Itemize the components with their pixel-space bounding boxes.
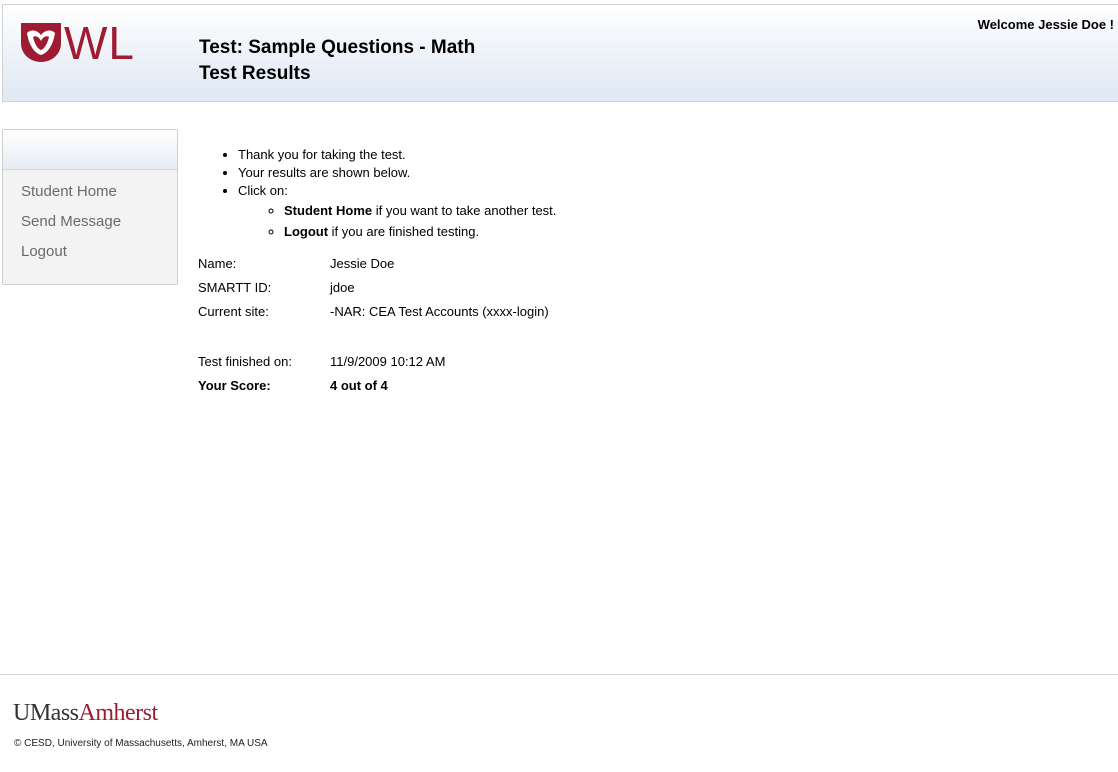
list-item: Logout if you are finished testing. — [284, 221, 556, 242]
finished-value: 11/9/2009 10:12 AM — [330, 354, 446, 369]
click-on-label: Click on: — [238, 183, 288, 198]
page-title: Test: Sample Questions - Math Test Resul… — [199, 35, 475, 87]
student-home-link[interactable]: Student Home — [284, 203, 372, 218]
name-label: Name: — [198, 256, 237, 271]
smartt-id-row: SMARTT ID: jdoe — [198, 276, 556, 300]
logo-text: WL — [64, 17, 135, 69]
smartt-id-value: jdoe — [330, 280, 355, 295]
sidebar-item-student-home[interactable]: Student Home — [3, 180, 177, 210]
finished-label: Test finished on: — [198, 354, 292, 369]
name-value: Jessie Doe — [330, 256, 395, 271]
score-row: Your Score: 4 out of 4 — [198, 374, 556, 398]
main-content: Thank you for taking the test. Your resu… — [198, 146, 556, 398]
list-item: Click on: Student Home if you want to ta… — [238, 182, 556, 242]
logo-umass: UMass — [13, 700, 79, 726]
score-value: 4 out of 4 — [330, 378, 388, 393]
logo-amherst: Amherst — [78, 700, 159, 726]
footer-divider — [0, 674, 1118, 675]
test-title: Test: Sample Questions - Math — [199, 37, 476, 58]
instructions-list: Thank you for taking the test. Your resu… — [198, 146, 556, 242]
name-row: Name: Jessie Doe — [198, 252, 556, 276]
sidebar-item-logout[interactable]: Logout — [3, 240, 177, 270]
sidebar-item-send-message[interactable]: Send Message — [3, 210, 177, 240]
header-bar: WL Test: Sample Questions - Math Test Re… — [2, 4, 1118, 102]
owl-logo: WL — [19, 17, 135, 69]
score-label: Your Score: — [198, 378, 271, 393]
logout-hint: if you are finished testing. — [328, 224, 480, 239]
current-site-label: Current site: — [198, 304, 269, 319]
results-info: Name: Jessie Doe SMARTT ID: jdoe Current… — [198, 252, 556, 398]
results-title: Test Results — [199, 63, 311, 84]
list-item: Student Home if you want to take another… — [284, 200, 556, 221]
sidebar: Student Home Send Message Logout — [2, 129, 178, 285]
student-home-hint: if you want to take another test. — [372, 203, 557, 218]
umass-amherst-logo: UMassAmherst — [13, 700, 158, 727]
smartt-id-label: SMARTT ID: — [198, 280, 272, 295]
page: WL Test: Sample Questions - Math Test Re… — [0, 0, 1118, 772]
copyright-text: © CESD, University of Massachusetts, Amh… — [14, 738, 268, 749]
current-site-value: -NAR: CEA Test Accounts (xxxx-login) — [330, 304, 549, 319]
current-site-row: Current site: -NAR: CEA Test Accounts (x… — [198, 300, 556, 324]
welcome-message: Welcome Jessie Doe ! — [977, 17, 1114, 32]
sidebar-header — [3, 130, 177, 170]
list-item: Your results are shown below. — [238, 164, 556, 182]
finished-row: Test finished on: 11/9/2009 10:12 AM — [198, 350, 556, 374]
logout-link[interactable]: Logout — [284, 224, 328, 239]
sidebar-nav: Student Home Send Message Logout — [3, 170, 177, 270]
owl-shield-icon — [21, 23, 61, 62]
options-list: Student Home if you want to take another… — [238, 200, 556, 242]
list-item: Thank you for taking the test. — [238, 146, 556, 164]
